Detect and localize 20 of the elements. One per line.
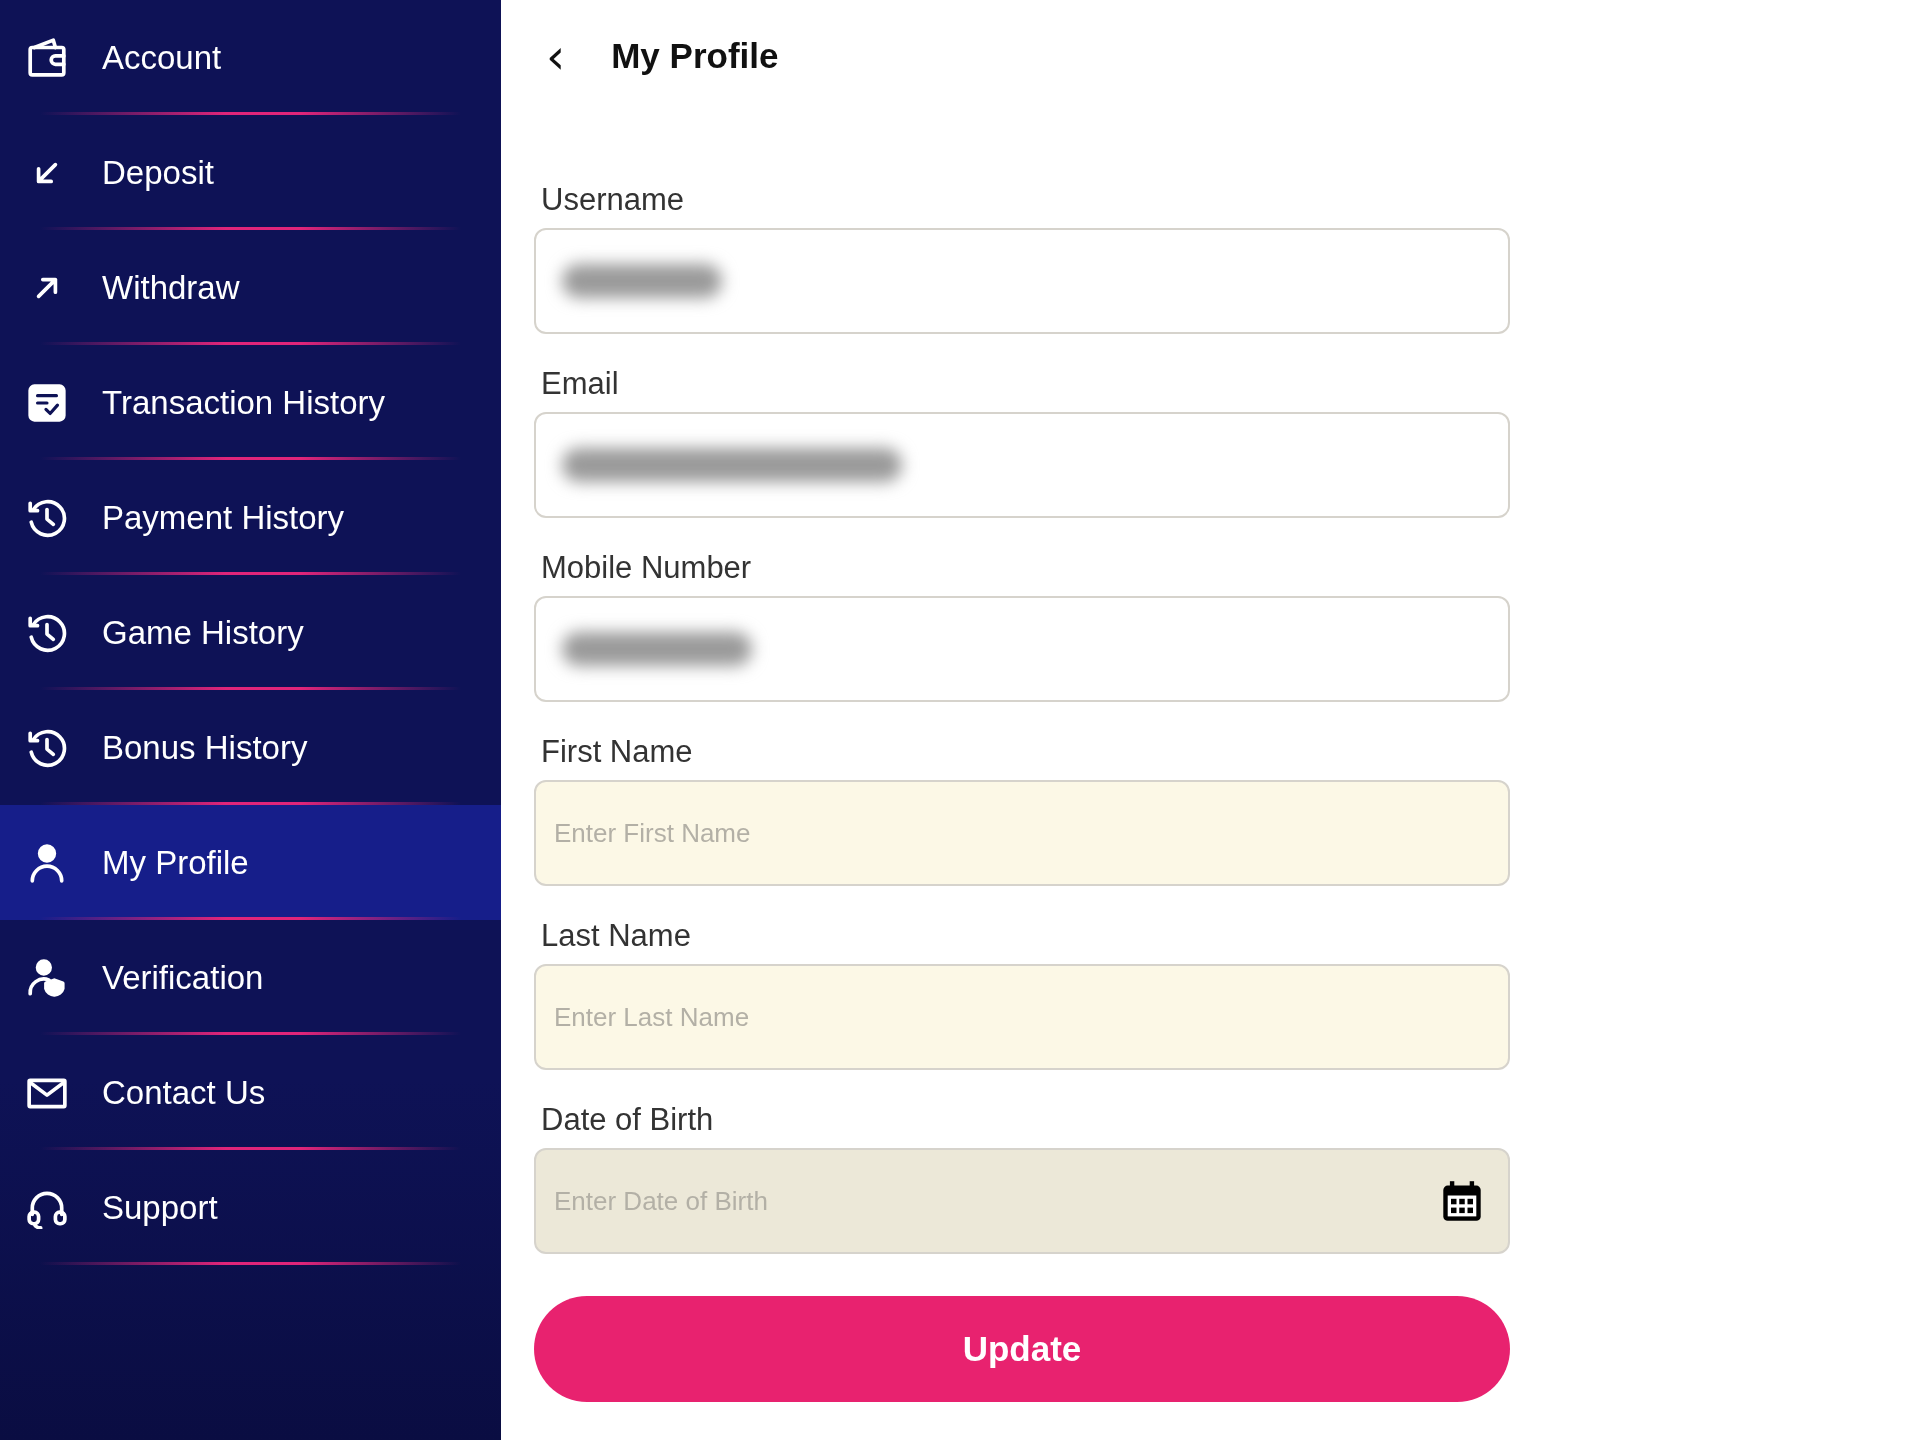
input-field[interactable]: [534, 228, 1510, 334]
input-field[interactable]: Enter First Name: [534, 780, 1510, 886]
calendar-icon: [1440, 1179, 1484, 1223]
field-label: Username: [540, 182, 685, 218]
field-label: Last Name: [540, 918, 692, 954]
field-label: First Name: [540, 734, 694, 770]
field-label: Date of Birth: [540, 1102, 715, 1138]
sidebar-item[interactable]: My Profile: [0, 805, 501, 920]
input-field[interactable]: [534, 412, 1510, 518]
field-label: Mobile Number: [540, 550, 753, 586]
checklist-icon: [26, 381, 68, 424]
input-field[interactable]: [534, 596, 1510, 702]
back-button[interactable]: ‹: [534, 32, 578, 80]
wallet-icon: [26, 36, 68, 79]
input-field[interactable]: Enter Last Name: [534, 964, 1510, 1070]
field-label: Email: [540, 366, 620, 402]
person-shield-icon: [26, 956, 68, 999]
date-field[interactable]: Enter Date of Birth: [534, 1148, 1510, 1254]
update-button[interactable]: Update: [534, 1296, 1510, 1402]
page-title: My Profile: [611, 36, 779, 76]
